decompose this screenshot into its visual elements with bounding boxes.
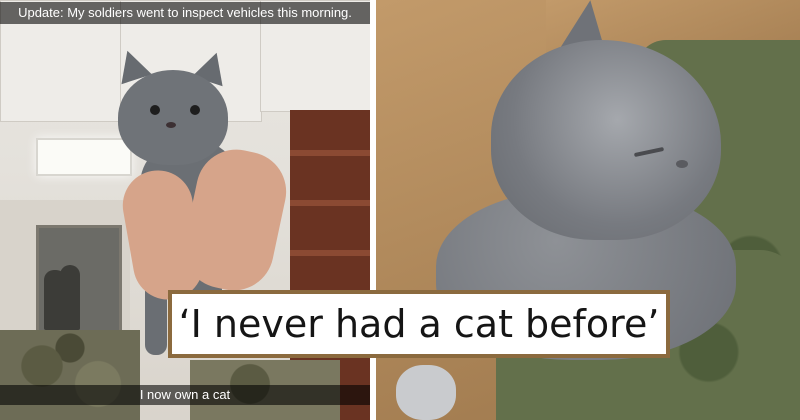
headline-banner: ‘I never had a cat before’ — [168, 290, 670, 358]
kitten-eye — [190, 105, 200, 115]
person-silhouette — [60, 265, 80, 330]
kitten-nose — [166, 122, 176, 128]
caption-bottom: I now own a cat — [0, 385, 370, 405]
kitten-eye — [150, 105, 160, 115]
shelf — [290, 250, 370, 256]
kitten-nose — [676, 160, 688, 168]
shelf — [290, 200, 370, 206]
ceiling-light — [36, 138, 132, 176]
kitten-paw — [396, 365, 456, 420]
shelf — [290, 150, 370, 156]
kitten-head — [118, 70, 228, 165]
camouflage-sleeve — [0, 330, 140, 420]
kitten-head — [491, 40, 721, 240]
caption-top: Update: My soldiers went to inspect vehi… — [0, 2, 370, 24]
